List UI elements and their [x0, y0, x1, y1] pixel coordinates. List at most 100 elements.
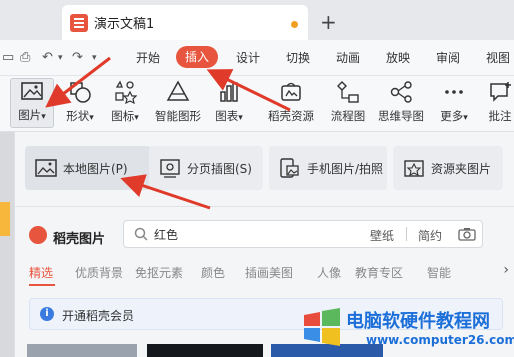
new-tab-button[interactable]: + [320, 10, 337, 34]
picture-dropdown-icon: ▾ [41, 112, 46, 122]
resource-folder-icon [404, 160, 424, 177]
menu-transitions[interactable]: 切换 [286, 49, 310, 66]
picture-thumbnail[interactable] [27, 344, 137, 357]
more-dropdown-icon: ▾ [463, 113, 468, 123]
redo-icon[interactable]: ↷ [72, 50, 83, 65]
icon-library-icon [115, 80, 137, 104]
panel-divider [15, 206, 514, 207]
menu-bar: ▭ ⎙ ↶ ▾ ↷ ▾ 开始 插入 设计 切换 动画 放映 审阅 视图 [0, 40, 514, 76]
unsaved-dot-icon [291, 21, 298, 28]
search-icon [134, 227, 148, 241]
picture-search-box[interactable]: 壁纸 简约 [123, 220, 483, 248]
tab-bar: 演示文稿1 + [0, 0, 514, 40]
menu-home[interactable]: 开始 [136, 49, 160, 66]
phone-picture-icon [280, 158, 299, 178]
shape-button-label: 形状 [66, 109, 90, 123]
search-chip-wallpaper[interactable]: 壁纸 [370, 227, 394, 244]
chart-button[interactable]: 图表▾ [210, 80, 248, 124]
search-input[interactable] [154, 225, 334, 243]
category-tabs: 精选 优质背景 免抠元素 颜色 插画美图 人像 教育专区 智能 › [29, 260, 514, 286]
page-illustration-icon [160, 159, 180, 178]
menu-animation[interactable]: 动画 [336, 49, 360, 66]
info-icon: i [40, 307, 54, 321]
undo-dropdown-icon[interactable]: ▾ [58, 53, 63, 63]
flowchart-button[interactable]: 流程图 [328, 80, 368, 124]
watermark-url: www.computer26.com [366, 333, 514, 347]
docer-pictures-title: 稻壳图片 [53, 232, 106, 247]
tab-quality-backgrounds[interactable]: 优质背景 [75, 264, 123, 281]
scroll-right-icon[interactable]: › [503, 262, 509, 278]
smart-graphic-icon [166, 80, 190, 101]
comment-icon [490, 82, 511, 102]
shape-button[interactable]: 形状▾ [60, 80, 100, 124]
more-label: 更多 [440, 109, 464, 123]
comment-button[interactable]: 批注 [486, 80, 514, 124]
local-picture-label: 本地图片(P) [63, 161, 128, 176]
save-icon[interactable]: ⎙ [20, 50, 30, 65]
more-icon [445, 90, 463, 94]
flowchart-label: 流程图 [330, 109, 366, 123]
menu-design[interactable]: 设计 [236, 49, 260, 66]
phone-picture-label: 手机图片/拍照 [307, 161, 384, 176]
picture-thumbnail[interactable] [147, 344, 263, 357]
resource-folder-picture-option[interactable]: 资源夹图片 [393, 146, 503, 190]
icon-button-label: 图标 [111, 109, 135, 123]
phone-picture-option[interactable]: 手机图片/拍照 [269, 146, 387, 190]
icon-dropdown-icon: ▾ [134, 113, 139, 123]
tab-smart[interactable]: 智能 [427, 264, 451, 281]
site-watermark: 电脑软硬件教程网 www.computer26.com [302, 305, 514, 353]
page-illustration-label: 分页插图(S) [187, 161, 252, 176]
flowchart-icon [337, 81, 359, 103]
active-tab-underline [29, 284, 55, 286]
resource-folder-label: 资源夹图片 [431, 161, 492, 176]
menu-insert[interactable]: 插入 [176, 46, 218, 68]
quick-access-dropdown-icon[interactable]: ▾ [92, 53, 97, 63]
picture-button[interactable]: 图片▾ [10, 78, 54, 128]
insert-ribbon: 图片▾ 形状▾ 图标▾ 智能图形 图表▾ 稻壳资源 流程图 思维导图 更多▾ 批… [0, 76, 514, 132]
membership-banner-text: 开通稻壳会员 [62, 309, 135, 323]
shape-dropdown-icon: ▾ [89, 113, 94, 123]
slide-panel-edge [0, 132, 14, 357]
icon-button[interactable]: 图标▾ [104, 80, 146, 124]
docer-resources-label: 稻壳资源 [268, 109, 314, 123]
open-icon[interactable]: ▭ [2, 50, 14, 65]
menu-slideshow[interactable]: 放映 [386, 49, 410, 66]
local-picture-icon [35, 159, 57, 177]
docer-logo-icon [29, 226, 47, 244]
chart-dropdown-icon: ▾ [238, 113, 243, 123]
document-tab-title: 演示文稿1 [94, 17, 155, 32]
docer-resources-button[interactable]: 稻壳资源 [264, 80, 318, 124]
watermark-title: 电脑软硬件教程网 [346, 311, 490, 332]
tab-colors[interactable]: 颜色 [201, 264, 225, 281]
chart-icon [220, 82, 238, 102]
tab-cutout-elements[interactable]: 免抠元素 [135, 264, 183, 281]
more-button[interactable]: 更多▾ [434, 80, 474, 124]
document-tab[interactable]: 演示文稿1 [62, 5, 308, 40]
menu-view[interactable]: 视图 [486, 49, 510, 66]
tab-illustrations[interactable]: 插画美图 [245, 264, 293, 281]
undo-icon[interactable]: ↶ [42, 50, 53, 65]
search-chip-simple[interactable]: 简约 [418, 227, 442, 244]
tab-portraits[interactable]: 人像 [317, 264, 341, 281]
menu-review[interactable]: 审阅 [436, 49, 460, 66]
smart-graphic-button[interactable]: 智能图形 [152, 80, 204, 124]
resources-icon [281, 82, 301, 101]
mindmap-label: 思维导图 [378, 109, 424, 123]
mindmap-button[interactable]: 思维导图 [374, 80, 428, 124]
local-picture-option[interactable]: 本地图片(P) [25, 146, 151, 190]
page-illustration-option[interactable]: 分页插图(S) [149, 146, 263, 190]
comment-label: 批注 [488, 109, 512, 123]
camera-search-icon[interactable] [458, 227, 476, 241]
slide-thumbnail-edge[interactable] [0, 202, 10, 236]
tab-featured[interactable]: 精选 [29, 264, 53, 281]
chart-button-label: 图表 [215, 109, 239, 123]
smart-graphic-label: 智能图形 [155, 109, 201, 123]
windows-logo-icon [304, 308, 340, 346]
presentation-icon [70, 13, 88, 32]
chip-divider [406, 227, 407, 241]
shape-icon [70, 82, 91, 103]
picture-icon [21, 82, 43, 100]
tab-education[interactable]: 教育专区 [355, 264, 403, 281]
mindmap-icon [390, 81, 412, 103]
picture-button-label: 图片 [18, 108, 42, 122]
